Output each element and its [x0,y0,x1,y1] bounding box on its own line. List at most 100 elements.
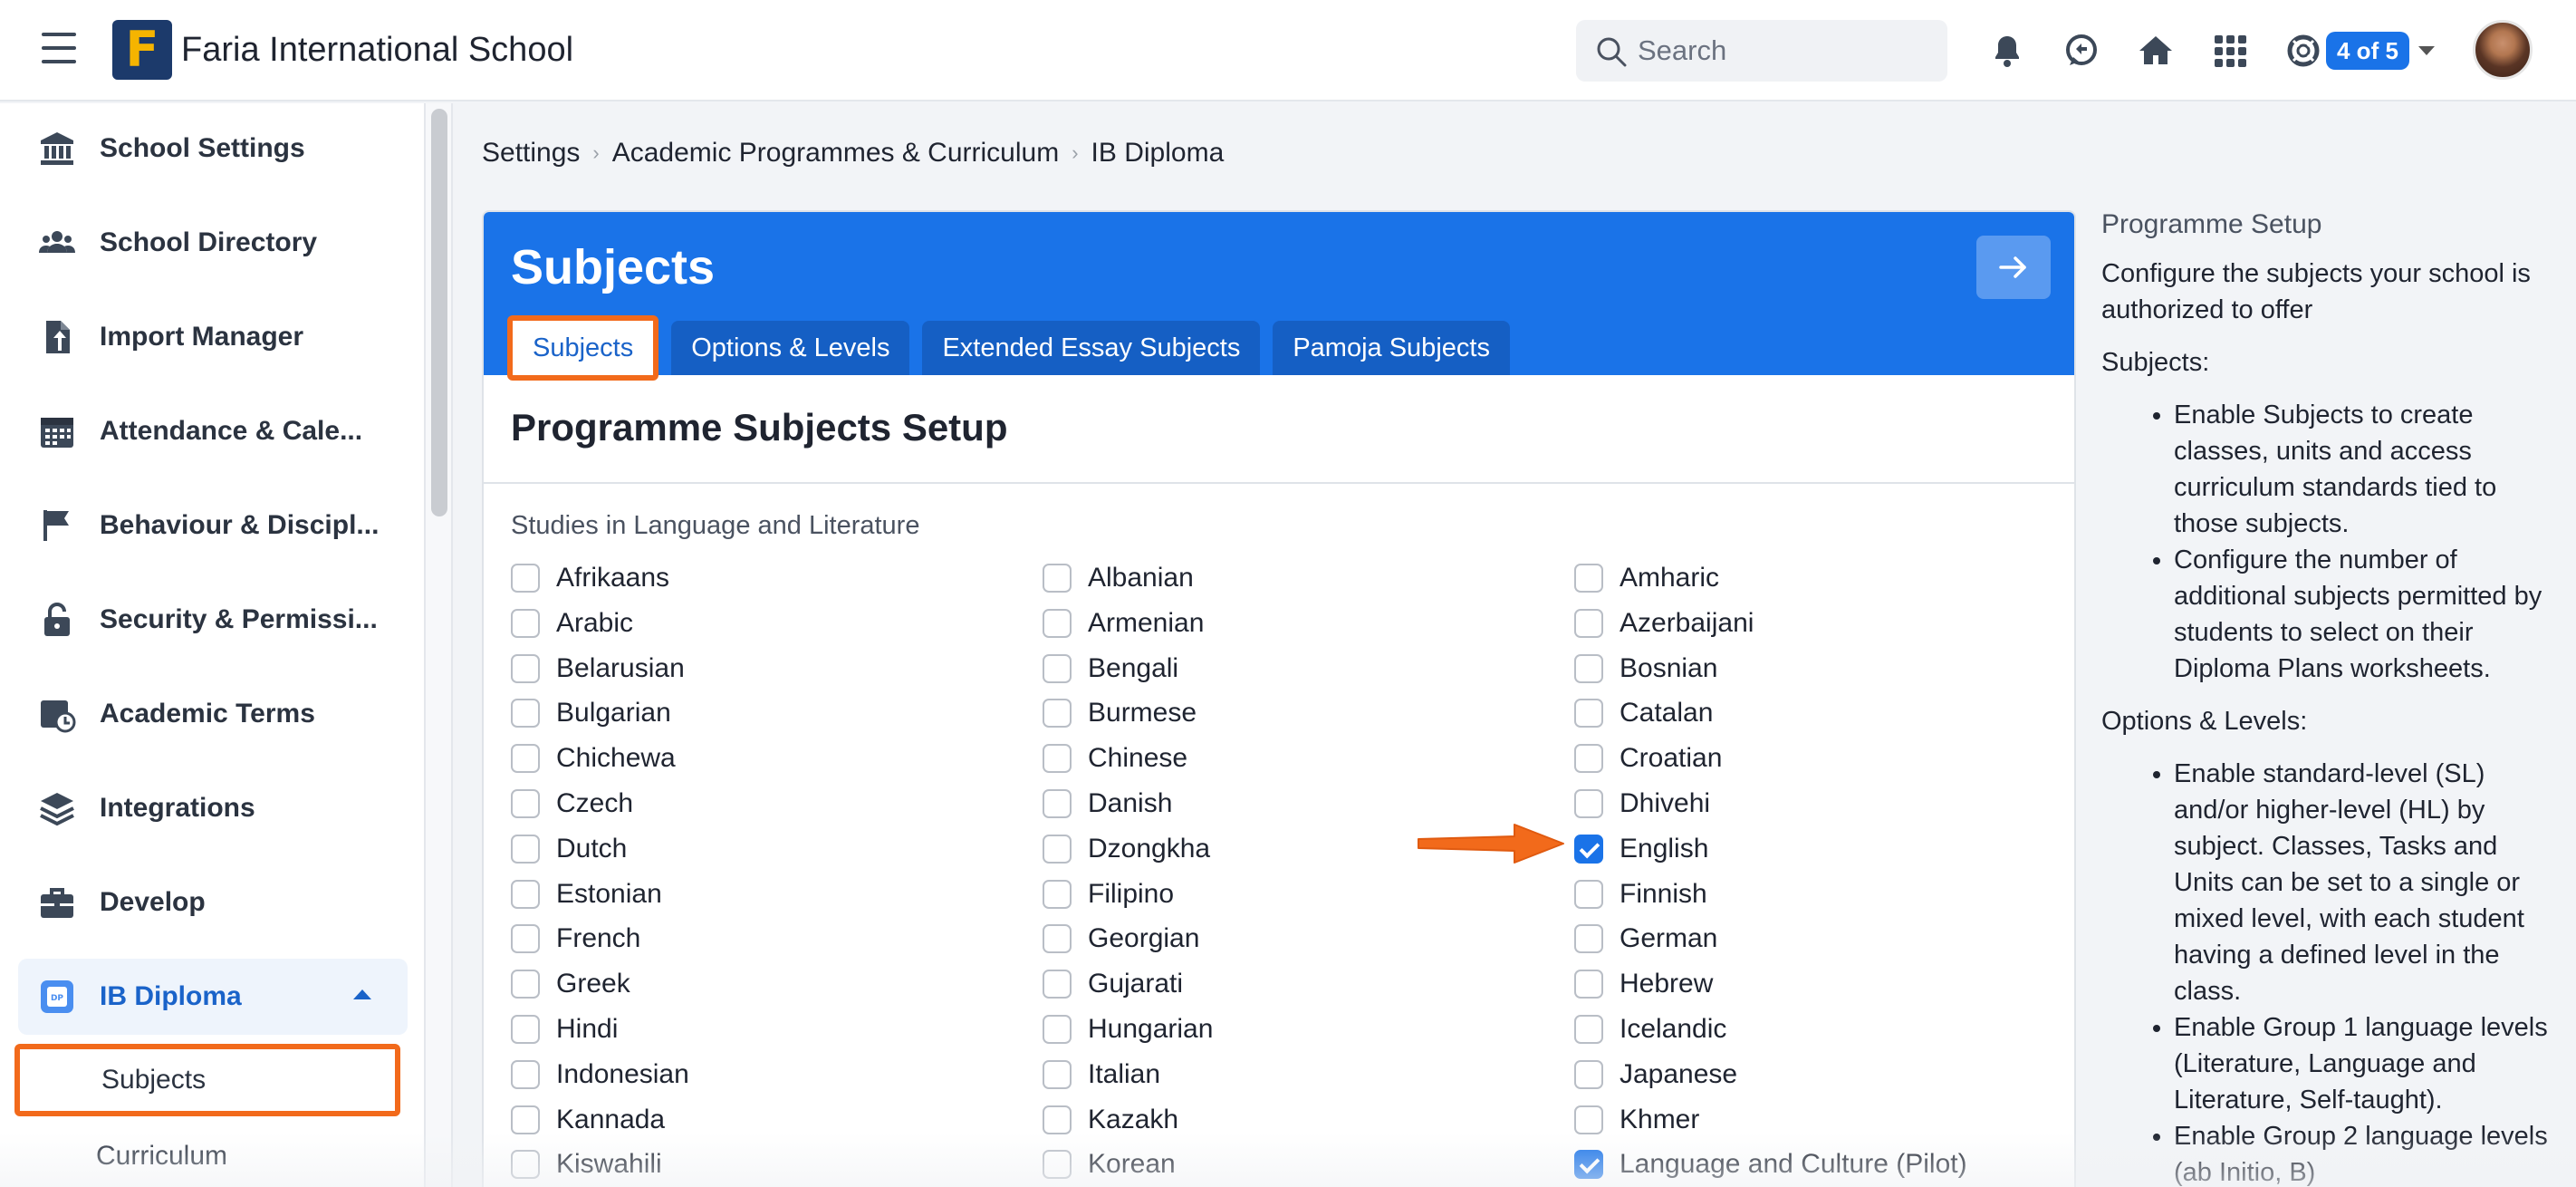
subject-option[interactable]: Greek [511,966,630,1002]
subject-option[interactable]: Bengali [1043,651,1178,687]
checkbox[interactable] [1043,1060,1072,1089]
sidebar-item-school-directory[interactable]: School Directory [18,205,408,281]
subject-option[interactable]: Kannada [511,1102,665,1138]
chevron-up-icon[interactable] [353,989,371,999]
tab-extended-essay-subjects[interactable]: Extended Essay Subjects [922,321,1261,375]
bell-icon[interactable] [1987,31,2027,71]
user-avatar[interactable] [2473,20,2533,80]
search-input[interactable] [1638,20,1937,82]
checkbox[interactable] [511,654,540,683]
checkbox[interactable] [1574,1105,1603,1134]
checkbox[interactable] [1574,564,1603,593]
subject-option[interactable]: Croatian [1574,740,1722,777]
checkbox[interactable] [1043,789,1072,818]
subject-option[interactable]: Hindi [511,1011,618,1047]
school-name[interactable]: Faria International School [181,25,573,74]
checkbox[interactable] [511,744,540,773]
subject-option[interactable]: Danish [1043,786,1172,822]
subject-option[interactable]: Estonian [511,876,662,912]
sidebar-item-integrations[interactable]: Integrations [18,770,408,846]
subject-option[interactable]: Amharic [1574,560,1719,596]
breadcrumb-item[interactable]: Academic Programmes & Curriculum [612,138,1059,169]
subject-option[interactable]: Finnish [1574,876,1707,912]
checkbox[interactable] [511,924,540,953]
checkbox[interactable] [1574,654,1603,683]
sidebar-item-ib-diploma[interactable]: DP IB Diploma [18,959,408,1035]
checkbox[interactable] [1043,835,1072,864]
subject-option[interactable]: Georgian [1043,921,1199,957]
checkbox[interactable] [1043,654,1072,683]
subject-option[interactable]: Catalan [1574,695,1713,731]
checkbox[interactable] [1574,924,1603,953]
subject-option[interactable]: Italian [1043,1057,1160,1093]
subject-option[interactable]: Indonesian [511,1057,689,1093]
subject-option[interactable]: Filipino [1043,876,1174,912]
breadcrumb-item[interactable]: Settings [482,138,580,169]
sidebar-item-develop[interactable]: Develop [18,864,408,941]
subject-option[interactable]: Burmese [1043,695,1197,731]
apps-grid-icon[interactable] [2210,31,2250,71]
subject-option[interactable]: Hebrew [1574,966,1713,1002]
checkbox[interactable] [1574,970,1603,999]
checkbox[interactable] [1043,564,1072,593]
checkbox[interactable] [1043,970,1072,999]
sidebar-subitem-subjects[interactable]: Subjects [14,1044,400,1116]
sidebar-item-academic-terms[interactable]: Academic Terms [18,676,408,752]
subject-option[interactable]: Gujarati [1043,966,1183,1002]
checkbox[interactable] [511,880,540,909]
checkbox[interactable] [1043,699,1072,728]
checkbox[interactable] [1574,789,1603,818]
subject-option[interactable]: Khmer [1574,1102,1699,1138]
checkbox[interactable] [511,564,540,593]
next-button[interactable] [1976,236,2051,299]
checkbox[interactable] [1043,880,1072,909]
checkbox[interactable] [511,1060,540,1089]
subject-option[interactable]: Belarusian [511,651,685,687]
subject-option[interactable]: Czech [511,786,633,822]
checkbox[interactable] [1574,1060,1603,1089]
subject-option[interactable]: Armenian [1043,605,1204,642]
checkbox[interactable] [1574,1150,1603,1179]
checkbox[interactable] [1043,1015,1072,1044]
subject-option[interactable]: Dutch [511,831,627,867]
subject-option[interactable]: Bulgarian [511,695,671,731]
subject-option[interactable]: Azerbaijani [1574,605,1754,642]
menu-icon[interactable] [42,33,76,63]
subject-option[interactable]: German [1574,921,1717,957]
chat-icon[interactable] [2062,31,2101,71]
checkbox[interactable] [1043,1105,1072,1134]
help-tour-menu[interactable]: 4 of 5 [2286,27,2435,74]
sidebar-item-attendance[interactable]: Attendance & Cale... [18,393,408,469]
checkbox[interactable] [1574,744,1603,773]
subject-option[interactable]: French [511,921,640,957]
subject-option[interactable]: English [1574,831,1708,867]
home-icon[interactable] [2136,31,2176,71]
checkbox[interactable] [511,970,540,999]
checkbox[interactable] [511,1150,540,1179]
school-logo[interactable]: F [112,20,172,80]
sidebar-scrollbar[interactable] [431,109,447,516]
checkbox[interactable] [511,609,540,638]
subject-option[interactable]: Dhivehi [1574,786,1710,822]
checkbox[interactable] [1574,609,1603,638]
subject-option[interactable]: Language and Culture (Pilot) [1574,1146,1967,1182]
subject-option[interactable]: Bosnian [1574,651,1717,687]
checkbox[interactable] [1043,1150,1072,1179]
checkbox[interactable] [511,1105,540,1134]
checkbox[interactable] [1574,880,1603,909]
subject-option[interactable]: Dzongkha [1043,831,1210,867]
tab-options-levels[interactable]: Options & Levels [671,321,910,375]
search-box[interactable] [1576,20,1947,82]
checkbox[interactable] [511,1015,540,1044]
subject-option[interactable]: Kazakh [1043,1102,1178,1138]
subject-option[interactable]: Hungarian [1043,1011,1213,1047]
subject-option[interactable]: Afrikaans [511,560,669,596]
checkbox[interactable] [1574,699,1603,728]
checkbox[interactable] [1043,609,1072,638]
tab-subjects[interactable]: Subjects [507,315,659,381]
subject-option[interactable]: Japanese [1574,1057,1737,1093]
sidebar-item-security[interactable]: Security & Permissi... [18,582,408,658]
checkbox[interactable] [1574,1015,1603,1044]
checkbox[interactable] [511,699,540,728]
subject-option[interactable]: Chinese [1043,740,1187,777]
